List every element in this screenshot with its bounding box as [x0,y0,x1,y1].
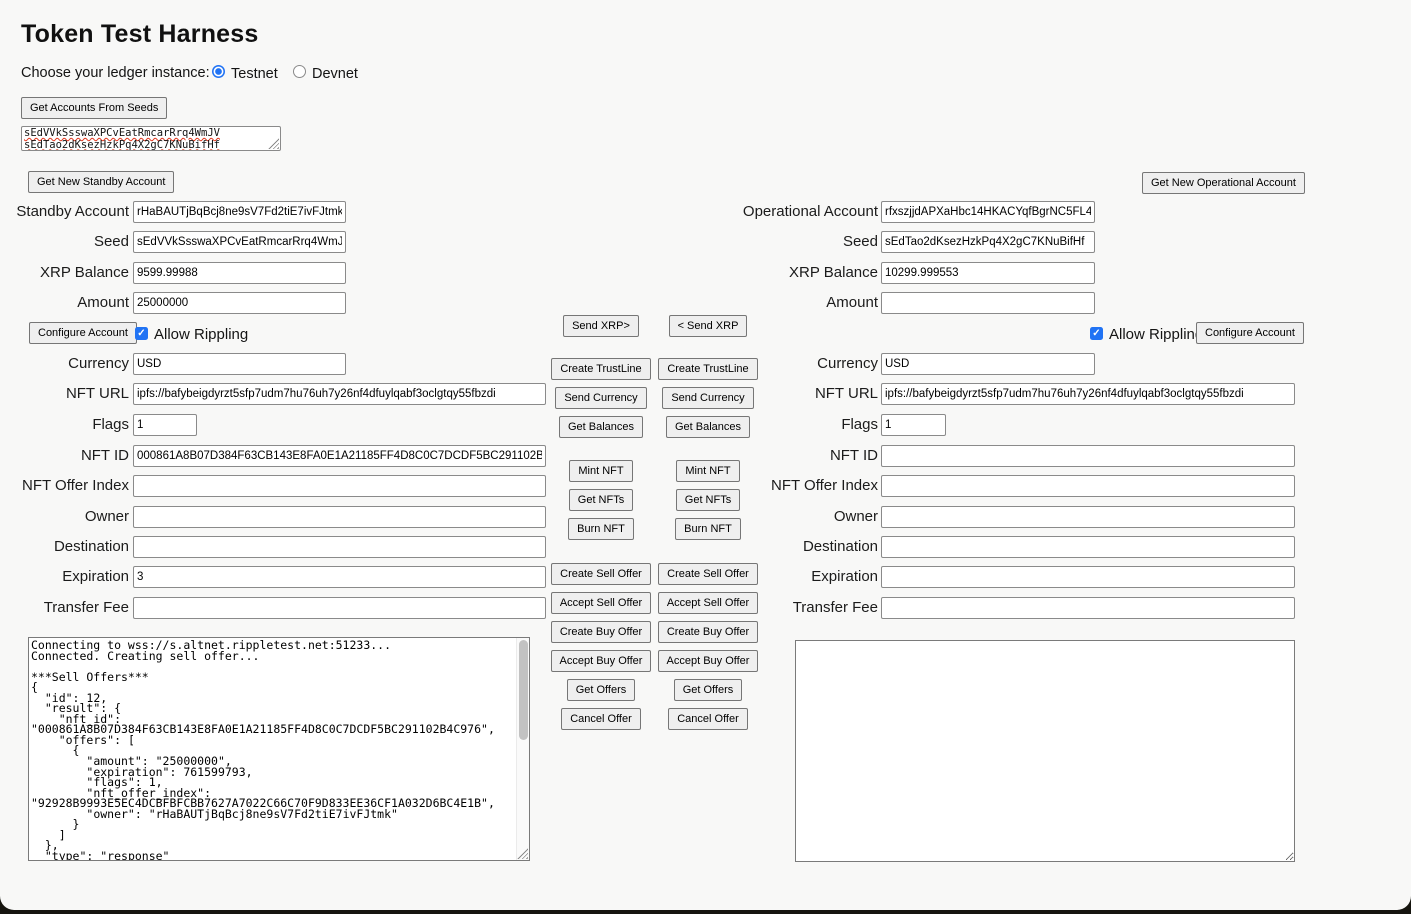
standby-xrp-balance-input[interactable] [133,262,346,284]
standby-currency-input[interactable] [133,353,346,375]
operational-xrp-balance-label: XRP Balance [690,262,878,284]
operational-owner-input[interactable] [881,506,1295,528]
get-new-operational-account-button[interactable]: Get New Operational Account [1142,172,1305,194]
testnet-radio[interactable] [212,65,225,78]
standby-accept-buy-offer-button[interactable]: Accept Buy Offer [551,650,652,672]
operational-flags-input[interactable] [881,414,946,436]
devnet-radio[interactable] [293,65,306,78]
operational-xrp-balance-input[interactable] [881,262,1095,284]
standby-seed-input[interactable] [133,231,346,253]
standby-burn-nft-button[interactable]: Burn NFT [568,518,634,540]
standby-create-buy-offer-button[interactable]: Create Buy Offer [551,621,651,643]
standby-allow-rippling-label: Allow Rippling [154,327,248,342]
standby-get-nfts-button[interactable]: Get NFTs [569,489,633,511]
operational-burn-nft-button[interactable]: Burn NFT [675,518,741,540]
operational-account-label: Operational Account [690,201,878,223]
standby-send-currency-button[interactable]: Send Currency [555,387,646,409]
standby-expiration-label: Expiration [0,566,129,588]
operational-amount-input[interactable] [881,292,1095,314]
standby-account-label: Standby Account [0,201,129,223]
operational-seed-label: Seed [690,231,878,253]
standby-create-sell-offer-button[interactable]: Create Sell Offer [551,563,651,585]
ledger-instance-label: Choose your ledger instance: [21,65,210,81]
operational-get-balances-button[interactable]: Get Balances [666,416,750,438]
standby-owner-label: Owner [0,506,129,528]
standby-allow-rippling-checkbox[interactable] [135,327,148,340]
operational-amount-label: Amount [690,292,878,314]
operational-mint-nft-button[interactable]: Mint NFT [676,460,739,482]
testnet-radio-label[interactable]: Testnet [231,66,278,82]
operational-create-trustline-button[interactable]: Create TrustLine [658,358,757,380]
standby-accept-sell-offer-button[interactable]: Accept Sell Offer [551,592,651,614]
standby-cancel-offer-button[interactable]: Cancel Offer [561,708,641,730]
operational-seed-input[interactable] [881,231,1095,253]
operational-results-textarea[interactable] [795,640,1295,862]
get-new-standby-account-button[interactable]: Get New Standby Account [28,171,174,193]
standby-currency-label: Currency [0,353,129,375]
standby-nft-id-input[interactable] [133,445,546,467]
standby-nft-offer-index-input[interactable] [133,475,546,497]
operational-allow-rippling-checkbox[interactable] [1090,327,1103,340]
page-title: Token Test Harness [21,20,258,49]
standby-destination-input[interactable] [133,536,546,558]
operational-currency-input[interactable] [881,353,1095,375]
operational-accept-sell-offer-button[interactable]: Accept Sell Offer [658,592,758,614]
operational-create-sell-offer-button[interactable]: Create Sell Offer [658,563,758,585]
standby-expiration-input[interactable] [133,566,546,588]
standby-get-balances-button[interactable]: Get Balances [559,416,643,438]
operational-allow-rippling-label: Allow Rippling [1109,327,1203,342]
standby-nft-url-input[interactable] [133,383,546,405]
page: Token Test Harness Choose your ledger in… [0,0,1411,910]
devnet-radio-label[interactable]: Devnet [312,66,358,82]
standby-results-text: Connecting to wss://s.altnet.rippletest.… [29,638,516,860]
operational-nft-id-input[interactable] [881,445,1295,467]
standby-mint-nft-button[interactable]: Mint NFT [569,460,632,482]
operational-cancel-offer-button[interactable]: Cancel Offer [668,708,748,730]
standby-flags-input[interactable] [133,414,197,436]
operational-actions-column: < Send XRP Create TrustLine Send Currenc… [648,315,768,730]
standby-destination-label: Destination [0,536,129,558]
standby-account-input[interactable] [133,201,346,223]
standby-amount-label: Amount [0,292,129,314]
standby-results-scrollbar[interactable] [516,638,529,860]
operational-nft-offer-index-input[interactable] [881,475,1295,497]
standby-transfer-fee-input[interactable] [133,597,546,619]
operational-get-nfts-button[interactable]: Get NFTs [676,489,740,511]
standby-nft-offer-index-label: NFT Offer Index [0,475,129,497]
standby-flags-label: Flags [0,414,129,436]
get-accounts-from-seeds-button[interactable]: Get Accounts From Seeds [21,97,167,119]
seeds-textarea[interactable]: sEdVVkSsswaXPCvEatRmcarRrq4WmJV sEdTao2d… [21,126,281,151]
standby-seed-label: Seed [0,231,129,253]
operational-nft-url-input[interactable] [881,383,1295,405]
operational-transfer-fee-input[interactable] [881,597,1295,619]
operational-destination-input[interactable] [881,536,1295,558]
standby-configure-account-button[interactable]: Configure Account [29,322,137,344]
operational-get-offers-button[interactable]: Get Offers [674,679,743,701]
operational-create-buy-offer-button[interactable]: Create Buy Offer [658,621,758,643]
operational-account-input[interactable] [881,201,1095,223]
standby-xrp-balance-label: XRP Balance [0,262,129,284]
operational-send-currency-button[interactable]: Send Currency [662,387,753,409]
standby-nft-id-label: NFT ID [0,445,129,467]
standby-get-offers-button[interactable]: Get Offers [567,679,636,701]
standby-results-scrollbar-thumb[interactable] [519,640,528,740]
standby-results-textarea[interactable]: Connecting to wss://s.altnet.rippletest.… [28,637,530,861]
standby-actions-column: Send XRP> Create TrustLine Send Currency… [541,315,661,730]
standby-nft-url-label: NFT URL [0,383,129,405]
standby-amount-input[interactable] [133,292,346,314]
operational-expiration-input[interactable] [881,566,1295,588]
operational-send-xrp-button[interactable]: < Send XRP [669,315,748,337]
standby-transfer-fee-label: Transfer Fee [0,597,129,619]
operational-configure-account-button[interactable]: Configure Account [1196,322,1304,344]
seeds-text: sEdVVkSsswaXPCvEatRmcarRrq4WmJV sEdTao2d… [22,127,280,151]
operational-accept-buy-offer-button[interactable]: Accept Buy Offer [658,650,759,672]
standby-create-trustline-button[interactable]: Create TrustLine [551,358,650,380]
standby-send-xrp-button[interactable]: Send XRP> [563,315,639,337]
standby-owner-input[interactable] [133,506,546,528]
